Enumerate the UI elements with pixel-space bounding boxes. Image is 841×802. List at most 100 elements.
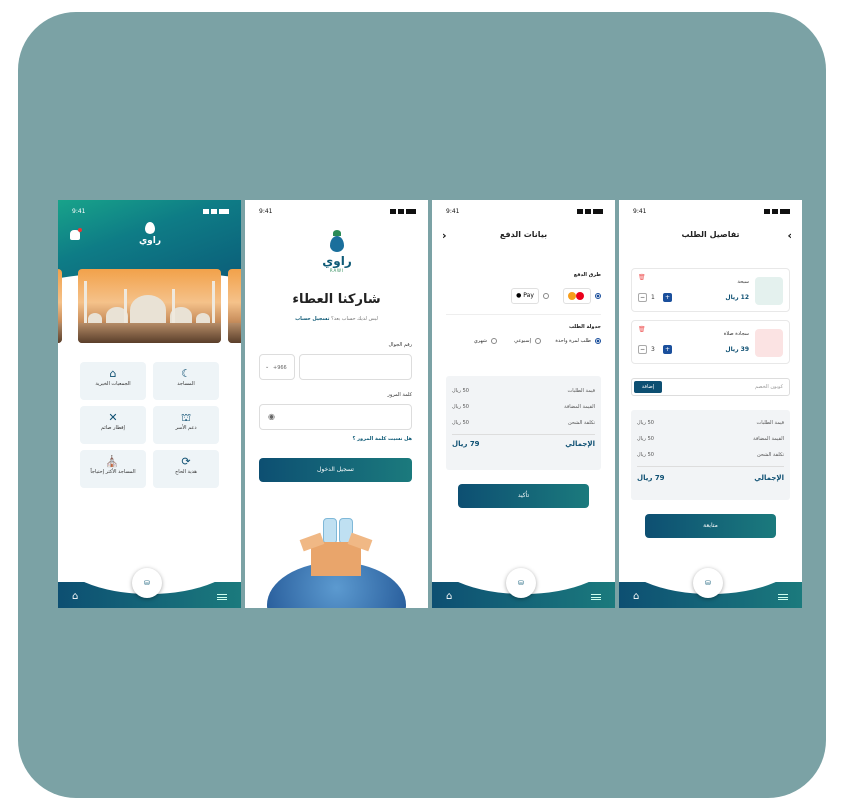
option-monthly-radio[interactable] [491, 338, 497, 344]
applepay-radio[interactable] [543, 293, 549, 299]
donate-fab-icon[interactable]: ⛁ [693, 568, 723, 598]
gift-icon: ⟳ [181, 455, 191, 468]
coupon-placeholder: كوبون الخصم [754, 384, 783, 390]
login-button[interactable]: تسجيل الدخول [259, 458, 412, 482]
donate-fab-icon[interactable]: ⛁ [132, 568, 162, 598]
menu-icon[interactable] [778, 594, 788, 600]
building-icon: ⌂ [109, 367, 117, 380]
eye-icon[interactable]: ◉ [268, 412, 275, 421]
summary-label: تكلفة الشحن [567, 420, 595, 426]
page-title: شاركنا العطاء [292, 292, 381, 307]
menu-icon[interactable] [591, 594, 601, 600]
tile-label: المساجد الأكثر إحتياجاً [90, 469, 136, 475]
tile-label: المساجد [177, 381, 195, 387]
tile-mosques[interactable]: ☾ المساجد [153, 362, 219, 400]
tile-charities[interactable]: ⌂ الجمعيات الخيرية [80, 362, 146, 400]
confirm-button[interactable]: تأكيد [458, 484, 589, 508]
tile-neediest-mosques[interactable]: ⛪ المساجد الأكثر إحتياجاً [80, 450, 146, 488]
tile-family-support[interactable]: ⛫ دعم الأسر [153, 406, 219, 444]
total-label: الإجمالي [754, 474, 784, 482]
donation-box-illustration [267, 512, 406, 608]
applepay-option[interactable]: ● Pay [511, 288, 539, 304]
status-time: 9:41 [259, 208, 273, 215]
summary-value: 50 ريال [637, 452, 654, 458]
tile-label: هدية الحاج [175, 469, 197, 475]
home-icon[interactable]: ⌂ [72, 591, 78, 602]
trash-icon[interactable]: 🗑 [638, 274, 646, 281]
logo-subtext: RAWI [329, 268, 345, 273]
banner-mosque-image[interactable] [78, 269, 221, 343]
country-code-select[interactable]: ⌄ +966 [259, 354, 295, 380]
status-bar: 9:41 [58, 208, 241, 218]
tile-label: إفطار صائم [101, 425, 125, 431]
donate-fab-icon[interactable]: ⛁ [506, 568, 536, 598]
cart-item: سبحة 12 ريال 🗑 −1 + [631, 268, 790, 312]
trash-icon[interactable]: 🗑 [638, 326, 646, 333]
signup-prompt-text: ليس لديك حساب بعد؟ [331, 316, 378, 322]
tile-iftar[interactable]: ✕ إفطار صائم [80, 406, 146, 444]
summary-label: تكلفة الشحن [756, 452, 784, 458]
status-bar: 9:41 [619, 208, 802, 218]
option-once-label[interactable]: طلب لمرة واحدة [555, 338, 591, 344]
summary-row: القيمة المضافة 50 ريال [637, 436, 784, 444]
minus-icon[interactable]: − [638, 293, 647, 302]
apply-coupon-button[interactable]: إضافة [634, 381, 662, 393]
apple-icon: ● [516, 292, 522, 299]
phone-label: رقم الجوال [388, 342, 412, 348]
prayer-beads-image [755, 277, 783, 305]
summary-value: 50 ريال [452, 388, 469, 394]
summary-label: قيمة الطلبات [567, 388, 595, 394]
home-icon[interactable]: ⌂ [633, 591, 639, 602]
summary-label: القيمة المضافة [753, 436, 784, 442]
item-name: سجادة صلاة [723, 331, 749, 337]
item-price: 12 ريال [725, 294, 749, 301]
option-once-radio[interactable] [595, 338, 601, 344]
prayer-rug-image [755, 329, 783, 357]
password-input[interactable]: ◉ [259, 404, 412, 430]
continue-button[interactable]: متابعة [645, 514, 776, 538]
status-icons [577, 209, 603, 215]
mosque-icon: ☾ [181, 367, 191, 380]
summary-row: قيمة الطلبات 50 ريال [637, 420, 784, 428]
status-icons [764, 209, 790, 215]
order-summary: قيمة الطلبات 50 ريال القيمة المضافة 50 ريا… [446, 376, 601, 470]
item-name: سبحة [737, 279, 749, 285]
notification-bell-icon[interactable] [70, 228, 82, 240]
family-icon: ⛫ [180, 411, 192, 424]
quantity-stepper[interactable]: −3 + [638, 345, 672, 355]
country-code-value: +966 [273, 365, 287, 371]
status-bar: 9:41 [245, 208, 428, 218]
menu-icon[interactable] [217, 594, 227, 600]
logo-text: راوي [138, 236, 162, 246]
tile-hajj-gift[interactable]: ⟳ هدية الحاج [153, 450, 219, 488]
mosque-icon: ⛪ [105, 455, 119, 468]
summary-label: القيمة المضافة [564, 404, 595, 410]
cart-item: سجادة صلاة 39 ريال 🗑 −3 + [631, 320, 790, 364]
plus-icon[interactable]: + [663, 345, 672, 354]
home-icon[interactable]: ⌂ [446, 591, 452, 602]
signup-link[interactable]: تسجيل حساب [295, 316, 329, 322]
phone-input[interactable] [299, 354, 412, 380]
status-time: 9:41 [446, 208, 460, 215]
quantity-value: 3 [651, 346, 655, 353]
option-weekly-radio[interactable] [535, 338, 541, 344]
minus-icon[interactable]: − [638, 345, 647, 354]
coupon-field[interactable]: كوبون الخصم إضافة [631, 378, 790, 396]
option-weekly-label[interactable]: إسبوعي [514, 338, 531, 344]
option-monthly-label[interactable]: شهري [474, 338, 487, 344]
banner-slide-prev[interactable] [58, 269, 62, 343]
summary-divider [637, 466, 784, 467]
plus-icon[interactable]: + [663, 293, 672, 302]
forgot-password-link[interactable]: هل نسيت كلمة المرور ؟ [353, 436, 412, 442]
payment-screen: 9:41 ‹ بيانات الدفع طرق الدفع ● Pay جدول… [432, 200, 615, 608]
status-bar: 9:41 [432, 208, 615, 218]
login-screen: 9:41 راوي RAWI شاركنا العطاء ليس لديك حس… [245, 200, 428, 608]
tile-label: الجمعيات الخيرية [95, 381, 131, 387]
summary-label: قيمة الطلبات [756, 420, 784, 426]
password-label: كلمة المرور [387, 392, 412, 398]
divider [446, 314, 601, 315]
banner-slide-next[interactable] [228, 269, 241, 343]
mastercard-option[interactable] [563, 288, 591, 304]
quantity-stepper[interactable]: −1 + [638, 293, 672, 303]
mastercard-radio[interactable] [595, 293, 601, 299]
